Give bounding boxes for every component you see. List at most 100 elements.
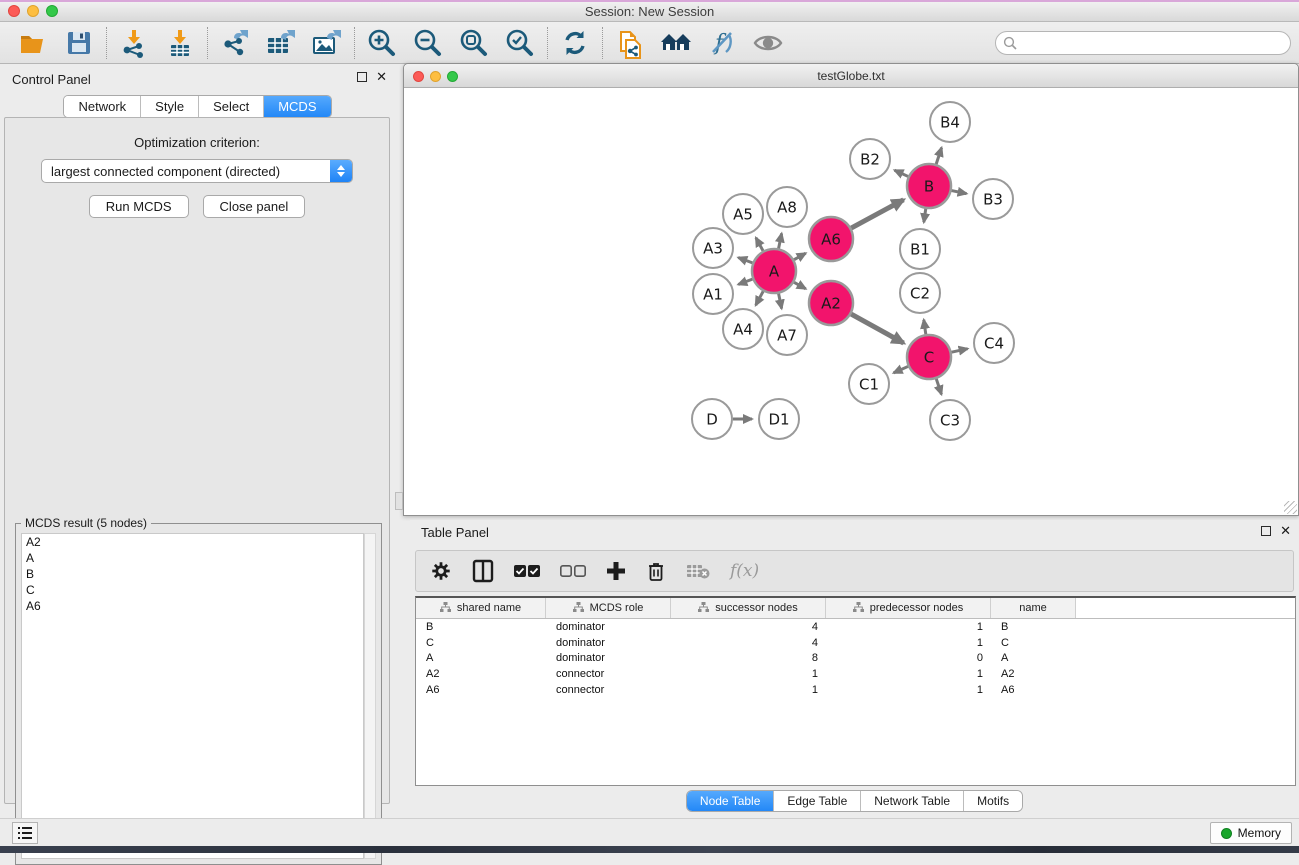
export-network-button[interactable]: [218, 26, 252, 60]
column-header-shared-name[interactable]: shared name: [416, 598, 546, 618]
graph-node-A7[interactable]: A7: [767, 315, 807, 355]
table-row[interactable]: A6connector11A6: [416, 682, 1295, 698]
graph-edge-A-A8[interactable]: [779, 233, 782, 248]
mcds-result-list[interactable]: A2ABCA6: [21, 533, 364, 859]
table-cell[interactable]: 1: [826, 621, 991, 633]
tab-motifs[interactable]: Motifs: [964, 791, 1022, 811]
graph-node-B4[interactable]: B4: [930, 102, 970, 142]
tab-mcds[interactable]: MCDS: [264, 96, 330, 117]
table-cell[interactable]: connector: [546, 684, 671, 696]
table-cell[interactable]: C: [416, 637, 546, 649]
graph-node-A[interactable]: A: [752, 249, 796, 293]
graph-edge-C-C2[interactable]: [924, 320, 926, 334]
graph-node-A4[interactable]: A4: [723, 309, 763, 349]
result-list-item[interactable]: A2: [22, 534, 363, 550]
graph-edge-C-C1[interactable]: [894, 366, 908, 372]
import-network-button[interactable]: [117, 26, 151, 60]
column-header-MCDS-role[interactable]: MCDS role: [546, 598, 671, 618]
graph-node-A1[interactable]: A1: [693, 274, 733, 314]
graph-edge-A-A6[interactable]: [794, 253, 806, 260]
graph-node-D[interactable]: D: [692, 399, 732, 439]
table-cell[interactable]: 8: [671, 652, 826, 664]
delete-table-icon[interactable]: [686, 563, 710, 579]
memory-button[interactable]: Memory: [1210, 822, 1292, 844]
column-header-predecessor-nodes[interactable]: predecessor nodes: [826, 598, 991, 618]
table-cell[interactable]: 1: [671, 668, 826, 680]
result-list-item[interactable]: A6: [22, 598, 363, 614]
tab-edge-table[interactable]: Edge Table: [774, 791, 861, 811]
result-list-item[interactable]: A: [22, 550, 363, 566]
graph-edge-B-B1[interactable]: [924, 209, 926, 223]
graph-edge-A-A2[interactable]: [794, 282, 806, 289]
table-cell[interactable]: A: [991, 652, 1076, 664]
column-header-successor-nodes[interactable]: successor nodes: [671, 598, 826, 618]
table-cell[interactable]: 1: [826, 668, 991, 680]
graph-node-C3[interactable]: C3: [930, 400, 970, 440]
table-cell[interactable]: 4: [671, 637, 826, 649]
network-canvas[interactable]: B4B2BB3A8A5A6A3B1AC2A1A2A4A7C4CC1DD1C3: [405, 89, 1298, 515]
table-cell[interactable]: B: [416, 621, 546, 633]
table-cell[interactable]: A6: [416, 684, 546, 696]
graph-edge-B-B2[interactable]: [895, 170, 909, 176]
table-cell[interactable]: 1: [671, 684, 826, 696]
table-cell[interactable]: dominator: [546, 621, 671, 633]
float-table-panel-icon[interactable]: [1261, 526, 1271, 536]
criterion-dropdown[interactable]: largest connected component (directed): [41, 159, 353, 183]
graph-edge-B-B4[interactable]: [936, 148, 941, 164]
table-row[interactable]: A2connector11A2: [416, 666, 1295, 682]
graph-edge-A-A1[interactable]: [738, 279, 752, 284]
graph-edge-C-C3[interactable]: [936, 379, 941, 395]
table-cell[interactable]: A6: [991, 684, 1076, 696]
open-session-button[interactable]: [16, 26, 50, 60]
graph-edge-A-A4[interactable]: [756, 291, 763, 305]
window-resize-grip[interactable]: [1284, 501, 1297, 514]
graph-edge-B-B3[interactable]: [952, 191, 967, 194]
graph-edge-A-A5[interactable]: [756, 238, 763, 251]
tab-node-table[interactable]: Node Table: [687, 791, 775, 811]
show-columns-icon[interactable]: [472, 559, 494, 583]
zoom-fit-button[interactable]: [457, 26, 491, 60]
graph-node-A8[interactable]: A8: [767, 187, 807, 227]
graph-node-A5[interactable]: A5: [723, 194, 763, 234]
tab-style[interactable]: Style: [141, 96, 199, 117]
delete-column-icon[interactable]: [646, 560, 666, 582]
table-row[interactable]: Adominator80A: [416, 650, 1295, 666]
show-hide-view-button[interactable]: [751, 26, 785, 60]
graph-node-C2[interactable]: C2: [900, 273, 940, 313]
show-hide-style-button[interactable]: f: [705, 26, 739, 60]
graph-node-A6[interactable]: A6: [809, 217, 853, 261]
graph-node-C1[interactable]: C1: [849, 364, 889, 404]
column-header-name[interactable]: name: [991, 598, 1076, 618]
tab-network-table[interactable]: Network Table: [861, 791, 964, 811]
zoom-selected-button[interactable]: [503, 26, 537, 60]
export-table-button[interactable]: [264, 26, 298, 60]
table-cell[interactable]: A: [416, 652, 546, 664]
table-cell[interactable]: B: [991, 621, 1076, 633]
table-settings-gear-icon[interactable]: [430, 560, 452, 582]
graph-node-C[interactable]: C: [907, 335, 951, 379]
result-list-scrollbar[interactable]: [364, 533, 376, 859]
select-all-rows-icon[interactable]: [514, 564, 540, 578]
close-table-panel-icon[interactable]: ✕: [1280, 526, 1291, 536]
table-cell[interactable]: 1: [826, 637, 991, 649]
graph-edge-A-A7[interactable]: [779, 294, 782, 309]
graph-node-B1[interactable]: B1: [900, 229, 940, 269]
table-cell[interactable]: A2: [416, 668, 546, 680]
table-cell[interactable]: connector: [546, 668, 671, 680]
table-cell[interactable]: A2: [991, 668, 1076, 680]
save-session-button[interactable]: [62, 26, 96, 60]
graph-node-A3[interactable]: A3: [693, 228, 733, 268]
zoom-in-button[interactable]: [365, 26, 399, 60]
graph-node-B[interactable]: B: [907, 164, 951, 208]
table-cell[interactable]: 1: [826, 684, 991, 696]
graph-node-B3[interactable]: B3: [973, 179, 1013, 219]
graph-edge-A-A3[interactable]: [738, 258, 752, 263]
table-row[interactable]: Bdominator41B: [416, 619, 1295, 635]
task-history-button[interactable]: [12, 822, 38, 844]
tab-network[interactable]: Network: [64, 96, 141, 117]
table-cell[interactable]: 0: [826, 652, 991, 664]
add-column-icon[interactable]: [606, 561, 626, 581]
home-neighbors-button[interactable]: [659, 26, 693, 60]
graph-node-D1[interactable]: D1: [759, 399, 799, 439]
table-cell[interactable]: dominator: [546, 637, 671, 649]
